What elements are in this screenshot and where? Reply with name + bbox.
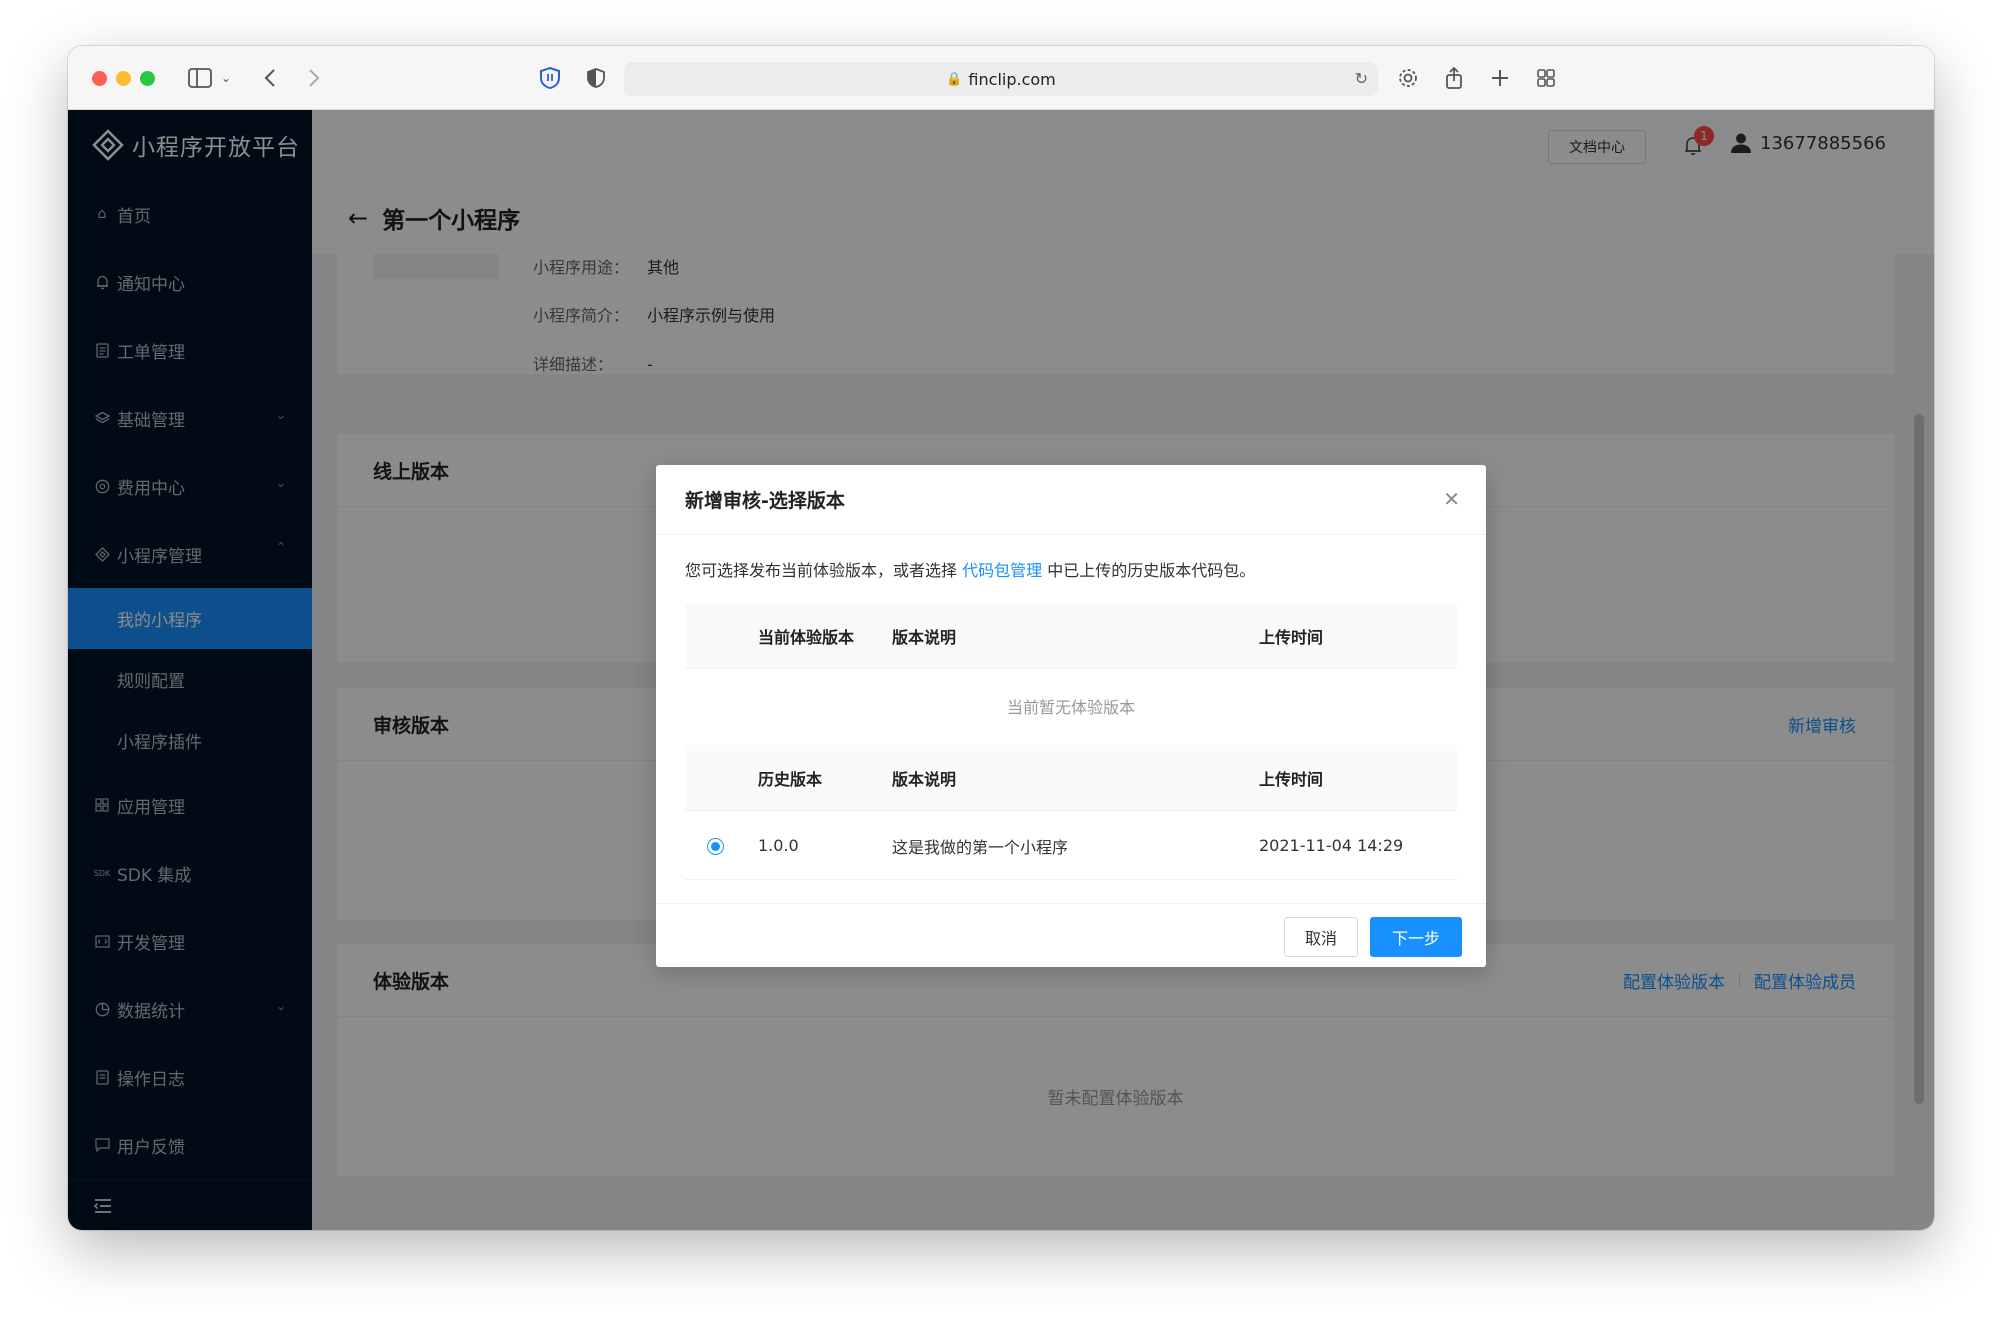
table-row[interactable]: 1.0.0 这是我做的第一个小程序 2021-11-04 14:29 [685, 812, 1457, 880]
lock-icon: 🔒 [946, 71, 963, 87]
close-window-button[interactable] [92, 71, 107, 86]
history-version-table-header: 历史版本 版本说明 上传时间 [685, 745, 1457, 811]
modal-footer: 取消 下一步 [656, 903, 1486, 967]
url-text: finclip.com [968, 69, 1056, 89]
maximize-window-button[interactable] [140, 71, 155, 86]
column-header: 版本说明 [892, 769, 957, 789]
desc-text: 您可选择发布当前体验版本，或者选择 [685, 561, 963, 580]
next-step-button[interactable]: 下一步 [1370, 917, 1462, 957]
description-cell: 这是我做的第一个小程序 [892, 837, 1069, 857]
sidebar-toggle-icon[interactable] [186, 64, 214, 92]
forward-icon[interactable] [304, 64, 324, 92]
back-icon[interactable] [260, 64, 280, 92]
column-header: 上传时间 [1259, 769, 1324, 789]
select-version-modal: 新增审核-选择版本 ✕ 您可选择发布当前体验版本，或者选择 代码包管理 中已上传… [656, 465, 1486, 967]
address-bar[interactable]: 🔒 finclip.com ↻ [624, 62, 1378, 96]
current-version-table-header: 当前体验版本 版本说明 上传时间 [685, 603, 1457, 669]
column-header: 历史版本 [758, 769, 823, 789]
desc-text: 中已上传的历史版本代码包。 [1042, 561, 1256, 580]
chevron-down-icon[interactable]: ⌄ [218, 64, 234, 92]
share-icon[interactable] [1442, 64, 1466, 92]
current-version-empty: 当前暂无体验版本 [1006, 698, 1135, 717]
browser-toolbar: ⌄ 🔒 finclip.com ↻ [68, 46, 1934, 110]
column-header: 当前体验版本 [758, 627, 855, 647]
close-icon[interactable]: ✕ [1443, 489, 1460, 509]
tab-overview-icon[interactable] [1534, 64, 1558, 92]
settings-gear-icon[interactable] [1396, 64, 1420, 92]
version-radio[interactable] [707, 838, 724, 855]
privacy-shield-icon[interactable] [584, 64, 608, 92]
cancel-button[interactable]: 取消 [1284, 917, 1358, 957]
reload-icon[interactable]: ↻ [1355, 69, 1368, 88]
password-manager-icon[interactable] [538, 64, 562, 92]
upload-time-cell: 2021-11-04 14:29 [1259, 836, 1404, 855]
code-package-management-link[interactable]: 代码包管理 [962, 561, 1042, 580]
minimize-window-button[interactable] [116, 71, 131, 86]
column-header: 版本说明 [892, 627, 957, 647]
column-header: 上传时间 [1259, 627, 1324, 647]
new-tab-icon[interactable] [1488, 64, 1512, 92]
browser-window: ⌄ 🔒 finclip.com ↻ 小程序开放平台 ⌂ 首页 通知中心 工单管理… [68, 46, 1934, 1230]
modal-title: 新增审核-选择版本 [656, 465, 1486, 535]
version-cell: 1.0.0 [758, 836, 799, 855]
modal-description: 您可选择发布当前体验版本，或者选择 代码包管理 中已上传的历史版本代码包。 [685, 557, 1255, 581]
